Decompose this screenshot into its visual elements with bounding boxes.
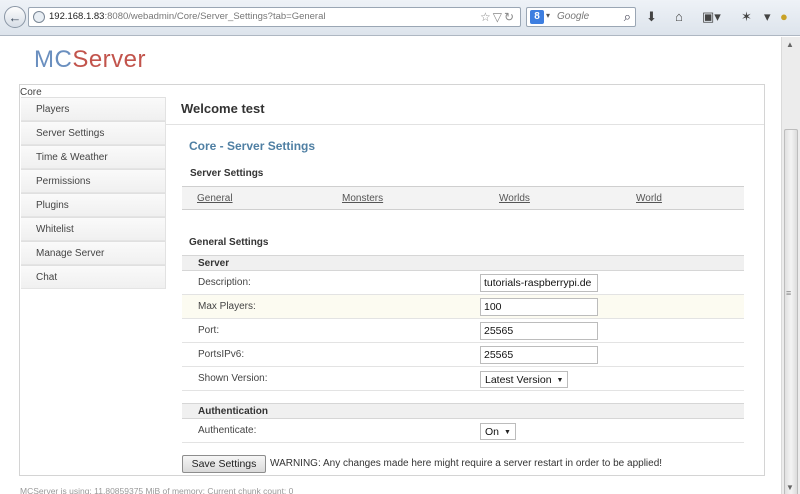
sidebar-item-chat[interactable]: Chat <box>21 265 165 289</box>
sidebar-nav: Players Server Settings Time & Weather P… <box>21 97 165 289</box>
port-label: Port: <box>198 325 220 336</box>
shown-version-row: Shown Version: Latest Version ▼ <box>182 367 744 391</box>
authenticate-select[interactable]: On ▼ <box>480 423 516 440</box>
bookmark-star-icon[interactable]: ☆ <box>480 10 493 24</box>
page-scrollbar[interactable]: ▲ ≡ ▼ <box>781 37 800 494</box>
scrollbar-grip-icon: ≡ <box>786 288 792 298</box>
max-players-label: Max Players: <box>198 301 256 312</box>
shown-version-label: Shown Version: <box>198 373 268 384</box>
chevron-down-icon: ▼ <box>556 377 564 384</box>
sidebar-item-manage-server[interactable]: Manage Server <box>21 241 165 265</box>
section-title: Core - Server Settings <box>189 139 316 153</box>
sidebar-item-time-weather[interactable]: Time & Weather <box>21 145 165 169</box>
tab-worlds[interactable]: Worlds <box>499 193 530 204</box>
description-row: Description: <box>182 271 744 295</box>
authenticate-row: Authenticate: On ▼ <box>182 419 744 443</box>
sidebar-item-server-settings[interactable]: Server Settings <box>21 121 165 145</box>
search-bar[interactable]: 8 ▾ Google ⌕ <box>526 7 636 27</box>
description-input[interactable] <box>480 274 598 292</box>
sidebar-item-permissions[interactable]: Permissions <box>21 169 165 193</box>
mcserver-logo: MCServer <box>34 46 147 73</box>
memory-status-footer: MCServer is using: 11.80859375 MiB of me… <box>20 486 294 494</box>
globe-icon <box>33 11 45 23</box>
download-icon[interactable]: ⬇ <box>646 9 657 25</box>
scrollbar-thumb[interactable] <box>784 129 798 494</box>
general-settings-title: General Settings <box>189 237 269 248</box>
server-group-heading: Server <box>182 255 744 271</box>
port-input[interactable] <box>480 322 598 340</box>
sidebar-item-whitelist[interactable]: Whitelist <box>21 217 165 241</box>
port-row: Port: <box>182 319 744 343</box>
menu-dropdown-icon[interactable]: ▾ <box>764 9 771 25</box>
extension-icon[interactable]: ● <box>780 9 788 25</box>
reload-icon[interactable]: ↻ <box>504 10 516 24</box>
search-engine-icon[interactable]: 8 <box>530 10 544 24</box>
authentication-group-heading: Authentication <box>182 403 744 419</box>
tab-general[interactable]: General <box>197 193 233 204</box>
search-engine-dropdown-icon[interactable]: ▾ <box>546 11 550 20</box>
header-divider <box>166 124 764 125</box>
authenticate-label: Authenticate: <box>198 425 257 436</box>
sidebar-divider <box>165 97 166 289</box>
search-icon[interactable]: ⌕ <box>624 9 631 25</box>
tab-monsters[interactable]: Monsters <box>342 193 383 204</box>
tab-world[interactable]: World <box>636 193 662 204</box>
save-settings-button[interactable]: Save Settings <box>182 455 266 473</box>
max-players-input[interactable] <box>480 298 598 316</box>
home-icon[interactable]: ⌂ <box>675 9 683 25</box>
address-bar[interactable]: 192.168.1.83:8080/webadmin/Core/Server_S… <box>28 7 521 27</box>
history-dropdown-icon[interactable]: ▽ <box>493 10 504 24</box>
portsipv6-row: PortsIPv6: <box>182 343 744 367</box>
search-placeholder[interactable]: Google <box>557 11 589 22</box>
server-settings-subtitle: Server Settings <box>190 168 264 179</box>
bookmarks-icon[interactable]: ▣▾ <box>702 9 721 25</box>
scroll-up-icon[interactable]: ▲ <box>786 40 794 49</box>
scroll-down-icon[interactable]: ▼ <box>786 483 794 492</box>
portsipv6-input[interactable] <box>480 346 598 364</box>
back-arrow-icon[interactable]: ← <box>4 6 26 28</box>
portsipv6-label: PortsIPv6: <box>198 349 245 360</box>
welcome-heading: Welcome test <box>181 101 265 116</box>
description-label: Description: <box>198 277 251 288</box>
settings-tabs: General Monsters Worlds World <box>182 186 744 210</box>
max-players-row: Max Players: <box>182 295 744 319</box>
sidebar-item-players[interactable]: Players <box>21 97 165 121</box>
browser-toolbar: ← 192.168.1.83:8080/webadmin/Core/Server… <box>0 0 800 36</box>
chevron-down-icon: ▼ <box>504 429 511 436</box>
sidebar-item-plugins[interactable]: Plugins <box>21 193 165 217</box>
shown-version-select[interactable]: Latest Version ▼ <box>480 371 569 388</box>
restart-warning: WARNING: Any changes made here might req… <box>270 458 663 469</box>
url-text[interactable]: 192.168.1.83:8080/webadmin/Core/Server_S… <box>49 11 326 22</box>
addon-icon[interactable]: ✶ <box>741 9 752 25</box>
